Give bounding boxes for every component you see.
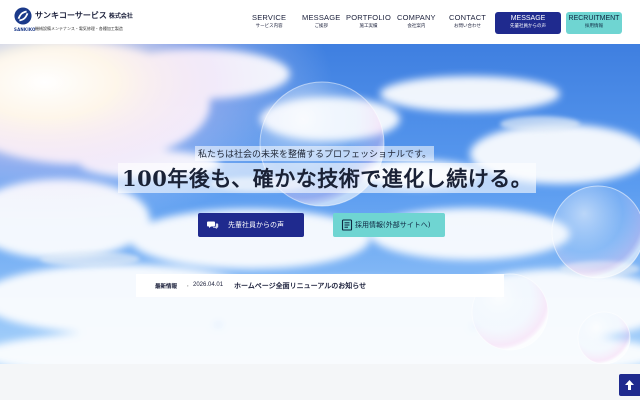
news-label: 最新情報: [155, 284, 178, 290]
header-recruit-button[interactable]: RECRUITMENT 採用情報: [566, 12, 622, 34]
hero-sky-image: [0, 44, 640, 364]
nav-message[interactable]: MESSAGE ご挨拶: [302, 13, 341, 29]
page-top-button[interactable]: [619, 374, 640, 396]
header-message-button[interactable]: MESSAGE 先輩社員からの声: [495, 12, 561, 34]
logo-sub-mark: SANKIKO: [14, 27, 36, 32]
hero-section: 私たちは社会の未来を整備するプロフェッショナルです。 100年後も、確かな技術で…: [0, 44, 640, 364]
news-bar[interactable]: 最新情報 ・ 2026.04.01 ホームページ全面リニューアルのお知らせ: [136, 274, 504, 297]
cta-recruit-external-label: 採用情報(外部サイトへ): [355, 221, 431, 229]
header-message-sublabel: 先輩社員からの声: [510, 24, 546, 29]
document-icon: [341, 219, 353, 231]
arrow-up-icon: [625, 380, 634, 390]
nav-portfolio-label: PORTFOLIO: [346, 13, 392, 22]
header-message-label: MESSAGE: [510, 15, 546, 22]
nav-company-sublabel: 会社案内: [407, 24, 426, 29]
cta-employee-voice-button[interactable]: 先輩社員からの声: [198, 213, 304, 237]
company-name-suffix: 株式会社: [108, 13, 133, 20]
news-separator: ・: [185, 284, 191, 290]
site-header: SANKIKO サンキコーサービス 株式会社 機械設備メンテナンス・電気修理・各種…: [0, 0, 640, 44]
hero-title: 100年後も、確かな技術で進化し続ける。: [118, 163, 537, 193]
nav-contact-label: CONTACT: [449, 13, 487, 22]
cta-recruit-external-button[interactable]: 採用情報(外部サイトへ): [333, 213, 445, 237]
nav-message-label: MESSAGE: [302, 13, 341, 22]
company-tagline: 機械設備メンテナンス・電気修理・各種加工製造: [35, 26, 123, 31]
nav-service-sublabel: サービス内容: [255, 24, 283, 29]
content-band: [0, 364, 640, 400]
nav-contact[interactable]: CONTACT お問い合わせ: [449, 13, 486, 29]
company-name: サンキコーサービス 株式会社: [35, 10, 133, 21]
cta-employee-voice-label: 先輩社員からの声: [228, 221, 284, 229]
nav-contact-sublabel: お問い合わせ: [454, 24, 482, 29]
site-logo[interactable]: SANKIKO サンキコーサービス 株式会社 機械設備メンテナンス・電気修理・各種…: [14, 6, 133, 38]
company-name-main: サンキコーサービス: [35, 11, 107, 20]
nav-company-label: COMPANY: [397, 13, 436, 22]
nav-message-sublabel: ご挨拶: [314, 24, 329, 29]
nav-portfolio-sublabel: 施工実績: [359, 24, 378, 29]
news-title-link: ホームページ全面リニューアルのお知らせ: [234, 282, 367, 290]
sankiko-logo-icon: [14, 7, 32, 25]
header-recruit-sublabel: 採用情報: [585, 24, 603, 29]
news-date: 2026.04.01: [193, 282, 224, 288]
nav-company[interactable]: COMPANY 会社案内: [397, 13, 436, 29]
nav-portfolio[interactable]: PORTFOLIO 施工実績: [346, 13, 391, 29]
nav-service[interactable]: SERVICE サービス内容: [252, 13, 286, 29]
nav-service-label: SERVICE: [252, 13, 287, 22]
header-recruit-label: RECRUITMENT: [568, 15, 620, 22]
chat-bubbles-icon: [207, 221, 219, 229]
hero-lead-text: 私たちは社会の未来を整備するプロフェッショナルです。: [195, 146, 435, 161]
